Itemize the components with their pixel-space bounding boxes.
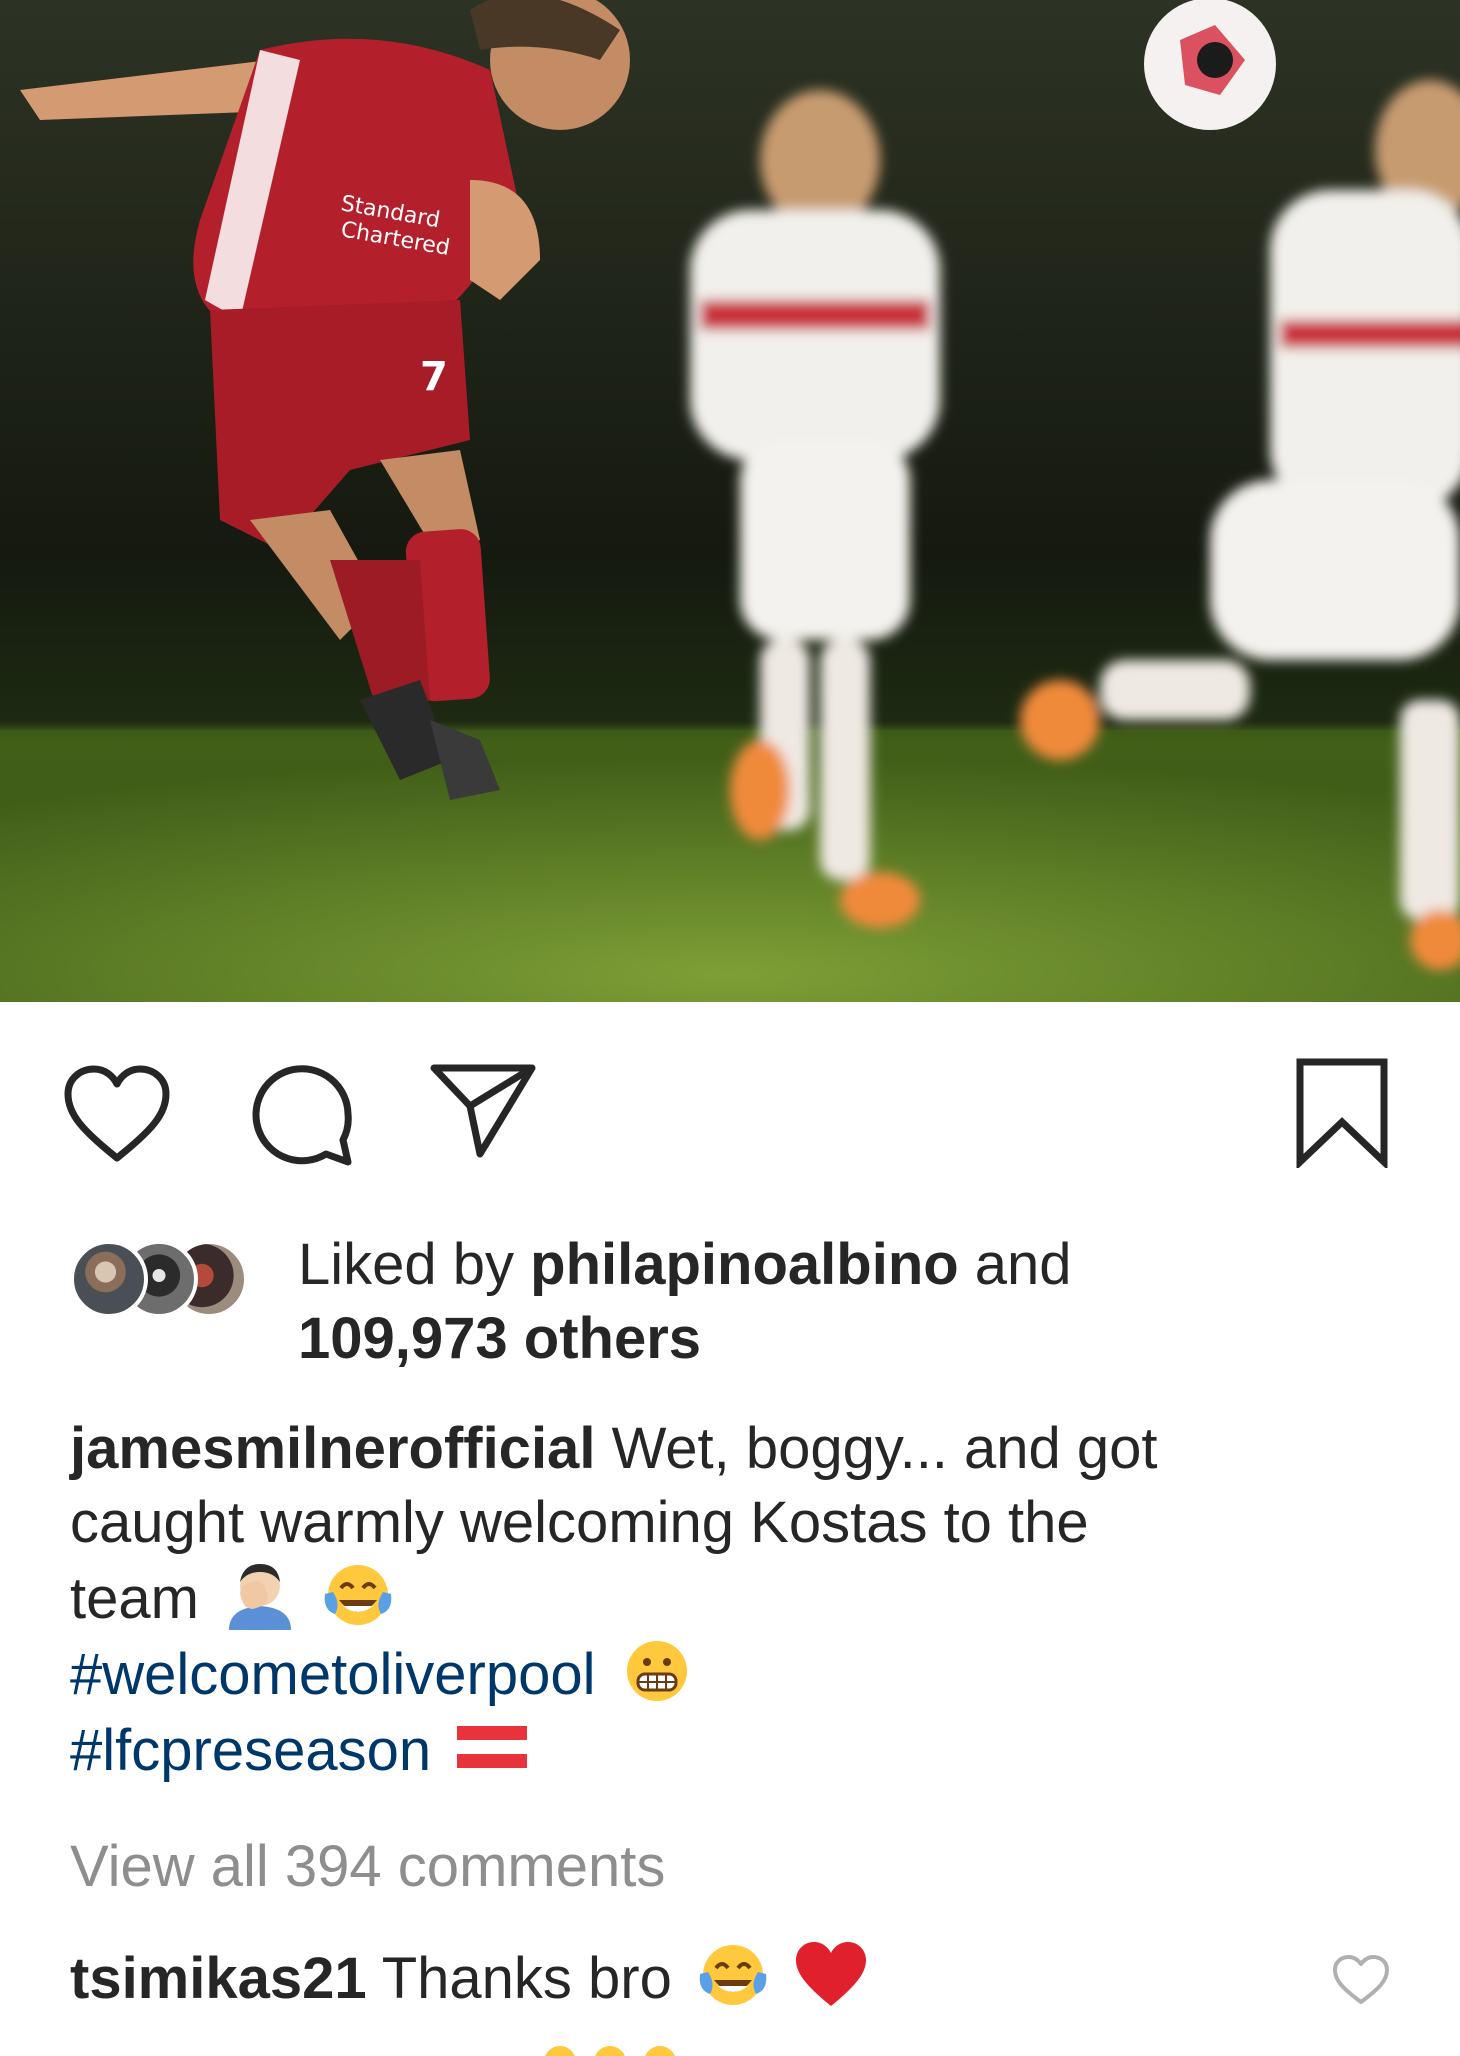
facepalm-emoji-icon: [223, 1560, 297, 1630]
comment-heart-icon[interactable]: [1332, 1954, 1390, 2006]
post-image[interactable]: Standard Chartered 7: [0, 0, 1460, 1002]
hashtag-lfcpreseason[interactable]: #lfcpreseason: [70, 1718, 431, 1783]
comment-text: Thanks bro: [381, 1946, 672, 2011]
likes-text: Liked by philapinoalbino and 109,973 oth…: [298, 1228, 1072, 1376]
heart-icon[interactable]: [62, 1064, 172, 1164]
liker-username[interactable]: philapinoalbino: [530, 1232, 959, 1297]
austria-flag-icon: [455, 1712, 529, 1782]
action-bar: [0, 1002, 1460, 1232]
liker-avatars: [70, 1240, 270, 1324]
post-photo: Standard Chartered 7: [0, 0, 1460, 1002]
svg-text:7: 7: [420, 354, 448, 400]
likes-middle: and: [974, 1232, 1072, 1297]
paper-plane-icon[interactable]: [428, 1060, 538, 1160]
hashtag-welcometoliverpool[interactable]: #welcometoliverpool: [70, 1642, 595, 1707]
grimacing-emoji-icon: [620, 1636, 694, 1706]
tears-of-joy-emoji-icon: [321, 1560, 395, 1630]
likes-prefix: Liked by: [298, 1232, 515, 1297]
caption-username[interactable]: jamesmilnerofficial: [70, 1416, 595, 1481]
caption-line-3: team: [70, 1566, 199, 1631]
comment-username[interactable]: tsimikas21: [70, 1946, 367, 2011]
red-heart-emoji-icon: [794, 1940, 868, 2010]
avatar: [70, 1240, 148, 1318]
likes-count[interactable]: 109,973 others: [298, 1306, 701, 1371]
next-comment-cutoff: [540, 2040, 840, 2056]
caption-line-1: Wet, boggy... and got: [611, 1416, 1158, 1481]
view-all-comments[interactable]: View all 394 comments: [70, 1830, 665, 1904]
comment-icon[interactable]: [248, 1062, 354, 1168]
likes-summary[interactable]: Liked by philapinoalbino and 109,973 oth…: [70, 1228, 1370, 1378]
caption-line-2: caught warmly welcoming Kostas to the: [70, 1490, 1089, 1555]
comment-row: tsimikas21 Thanks bro: [70, 1940, 1390, 2030]
tears-of-joy-emoji-icon: [696, 1940, 770, 2010]
bookmark-icon[interactable]: [1294, 1058, 1390, 1168]
post-caption: jamesmilnerofficial Wet, boggy... and go…: [70, 1412, 1400, 1788]
